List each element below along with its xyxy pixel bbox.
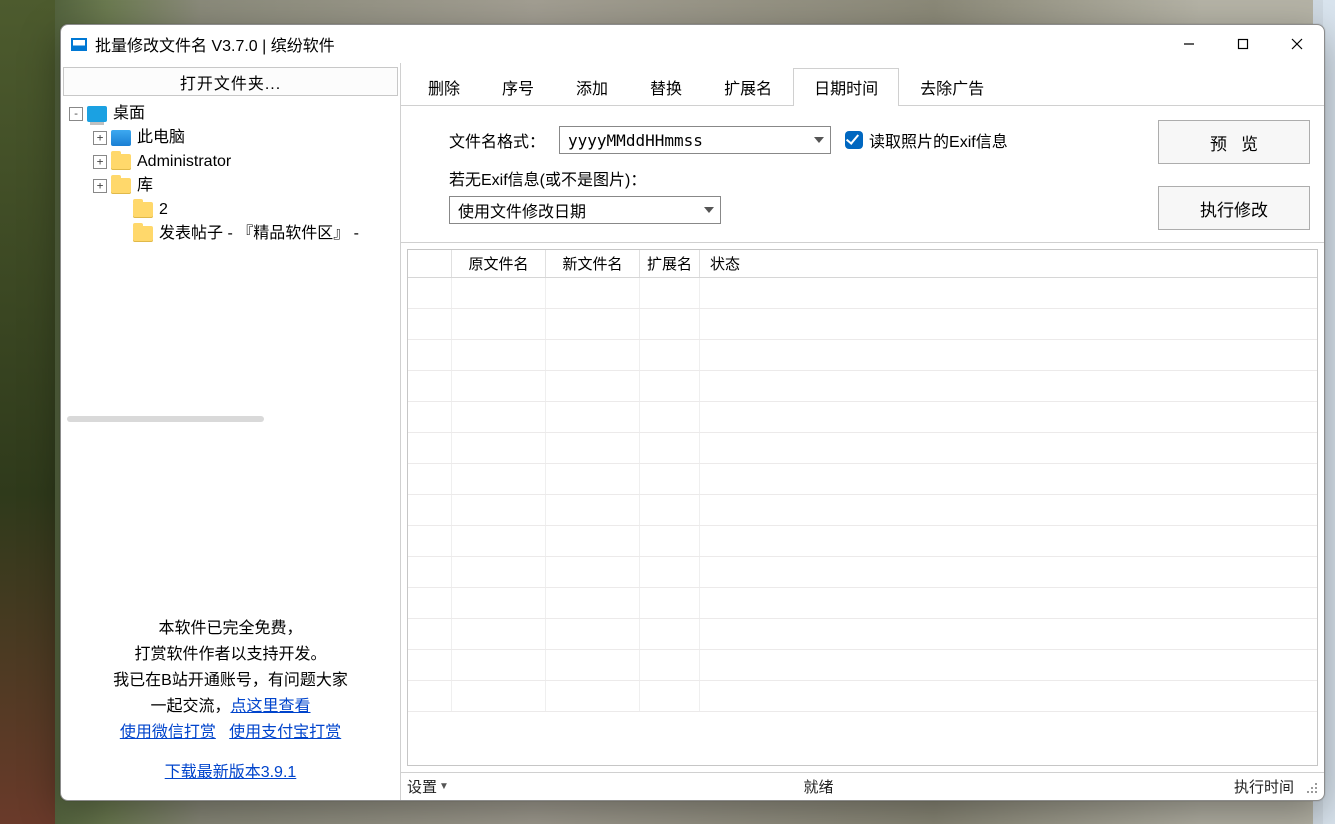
- grid-col-status[interactable]: 状态: [700, 250, 1317, 277]
- tab-sequence[interactable]: 序号: [481, 68, 555, 106]
- tree-item-desktop[interactable]: - 桌面: [65, 102, 396, 126]
- open-folder-button[interactable]: 打开文件夹...: [63, 67, 398, 96]
- table-row[interactable]: [408, 619, 1317, 650]
- settings-menu[interactable]: 设置 ▼: [407, 776, 449, 797]
- chevron-down-icon: [814, 137, 824, 143]
- tree-item-post[interactable]: 发表帖子 - 『精品软件区』 -: [65, 222, 396, 246]
- link-wechat-tip[interactable]: 使用微信打赏: [120, 724, 216, 741]
- table-row[interactable]: [408, 278, 1317, 309]
- grid-col-original[interactable]: 原文件名: [452, 250, 546, 277]
- fallback-value: 使用文件修改日期: [458, 198, 586, 222]
- app-icon: [71, 38, 87, 51]
- tree-label: Administrator: [137, 150, 231, 174]
- tab-add[interactable]: 添加: [555, 68, 629, 106]
- tree-item-this-pc[interactable]: + 此电脑: [65, 126, 396, 150]
- promo-links: 使用微信打赏 使用支付宝打赏: [67, 720, 394, 746]
- checkbox-checked-icon: [845, 131, 863, 149]
- tree-label: 库: [137, 174, 153, 198]
- folder-tree[interactable]: - 桌面 + 此电脑 + Administrator + 库: [61, 96, 400, 416]
- maximize-button[interactable]: [1216, 25, 1270, 63]
- table-row[interactable]: [408, 557, 1317, 588]
- titlebar: 批量修改文件名 V3.7.0 | 缤纷软件: [61, 25, 1324, 63]
- status-text: 就绪: [449, 776, 1188, 797]
- promo-line: 一起交流，点这里查看: [67, 694, 394, 720]
- runtime-text: 执行时间: [1188, 776, 1298, 797]
- window-title: 批量修改文件名 V3.7.0 | 缤纷软件: [95, 32, 1162, 56]
- table-row[interactable]: [408, 340, 1317, 371]
- table-row[interactable]: [408, 526, 1317, 557]
- exif-label: 读取照片的Exif信息: [869, 128, 1008, 152]
- table-row[interactable]: [408, 402, 1317, 433]
- table-row[interactable]: [408, 371, 1317, 402]
- table-row[interactable]: [408, 495, 1317, 526]
- grid-col-new[interactable]: 新文件名: [546, 250, 640, 277]
- chevron-down-icon: ▼: [439, 781, 449, 792]
- link-alipay-tip[interactable]: 使用支付宝打赏: [229, 724, 341, 741]
- tree-item-libraries[interactable]: + 库: [65, 174, 396, 198]
- statusbar: 设置 ▼ 就绪 执行时间: [401, 772, 1324, 800]
- promo-text: 本软件已完全免费， 打赏软件作者以支持开发。 我已在B站开通账号，有问题大家 一…: [61, 608, 400, 800]
- table-row[interactable]: [408, 464, 1317, 495]
- fallback-label: 若无Exif信息(或不是图片)：: [449, 166, 646, 190]
- resize-grip[interactable]: [1304, 780, 1318, 794]
- tree-label: 桌面: [113, 102, 145, 126]
- tab-datetime[interactable]: 日期时间: [793, 68, 899, 106]
- folder-icon: [111, 154, 131, 170]
- execute-button[interactable]: 执行修改: [1158, 186, 1310, 230]
- tree-item-administrator[interactable]: + Administrator: [65, 150, 396, 174]
- file-grid[interactable]: 原文件名 新文件名 扩展名 状态: [407, 249, 1318, 766]
- right-panel: 删除 序号 添加 替换 扩展名 日期时间 去除广告 文件名格式： yyyyMMd…: [401, 63, 1324, 800]
- chevron-down-icon: [704, 207, 714, 213]
- format-label: 文件名格式：: [449, 128, 545, 152]
- folder-icon: [133, 202, 153, 218]
- tabs: 删除 序号 添加 替换 扩展名 日期时间 去除广告: [401, 63, 1324, 106]
- tree-expander[interactable]: +: [93, 179, 107, 193]
- tree-label: 此电脑: [137, 126, 185, 150]
- tree-label: 发表帖子 - 『精品软件区』 -: [159, 222, 359, 246]
- promo-line: 打赏软件作者以支持开发。: [67, 642, 394, 668]
- tab-replace[interactable]: 替换: [629, 68, 703, 106]
- table-row[interactable]: [408, 681, 1317, 712]
- datetime-options: 文件名格式： yyyyMMddHHmmss 读取照片的Exif信息 若无Exif…: [401, 106, 1144, 243]
- promo-line: 本软件已完全免费，: [67, 616, 394, 642]
- grid-header: 原文件名 新文件名 扩展名 状态: [408, 250, 1317, 278]
- tree-expander: [115, 227, 129, 241]
- close-button[interactable]: [1270, 25, 1324, 63]
- grid-col-ext[interactable]: 扩展名: [640, 250, 700, 277]
- format-value: yyyyMMddHHmmss: [568, 131, 703, 150]
- preview-button[interactable]: 预览: [1158, 120, 1310, 164]
- minimize-button[interactable]: [1162, 25, 1216, 63]
- folder-icon: [133, 226, 153, 242]
- fallback-combo[interactable]: 使用文件修改日期: [449, 196, 721, 224]
- tree-expander: [115, 203, 129, 217]
- grid-body: [408, 278, 1317, 765]
- table-row[interactable]: [408, 650, 1317, 681]
- tab-remove-ads[interactable]: 去除广告: [899, 68, 1005, 106]
- tree-expander[interactable]: +: [93, 131, 107, 145]
- promo-line: 我已在B站开通账号，有问题大家: [67, 668, 394, 694]
- filename-format-combo[interactable]: yyyyMMddHHmmss: [559, 126, 831, 154]
- tree-label: 2: [159, 198, 168, 222]
- table-row[interactable]: [408, 309, 1317, 340]
- table-row[interactable]: [408, 588, 1317, 619]
- tree-expander[interactable]: -: [69, 107, 83, 121]
- tab-extension[interactable]: 扩展名: [703, 68, 793, 106]
- pc-icon: [111, 130, 131, 146]
- tree-scrollbar[interactable]: [67, 416, 264, 422]
- read-exif-checkbox[interactable]: 读取照片的Exif信息: [845, 128, 1008, 152]
- table-row[interactable]: [408, 433, 1317, 464]
- desktop-icon: [87, 106, 107, 122]
- tab-delete[interactable]: 删除: [407, 68, 481, 106]
- tree-expander[interactable]: +: [93, 155, 107, 169]
- grid-col-index[interactable]: [408, 250, 452, 277]
- folder-icon: [111, 178, 131, 194]
- left-panel: 打开文件夹... - 桌面 + 此电脑 + Administrator: [61, 63, 401, 800]
- link-bilibili[interactable]: 点这里查看: [231, 698, 311, 715]
- app-window: 批量修改文件名 V3.7.0 | 缤纷软件 打开文件夹... - 桌面: [60, 24, 1325, 801]
- link-download-latest[interactable]: 下载最新版本3.9.1: [165, 764, 297, 781]
- tree-item-2[interactable]: 2: [65, 198, 396, 222]
